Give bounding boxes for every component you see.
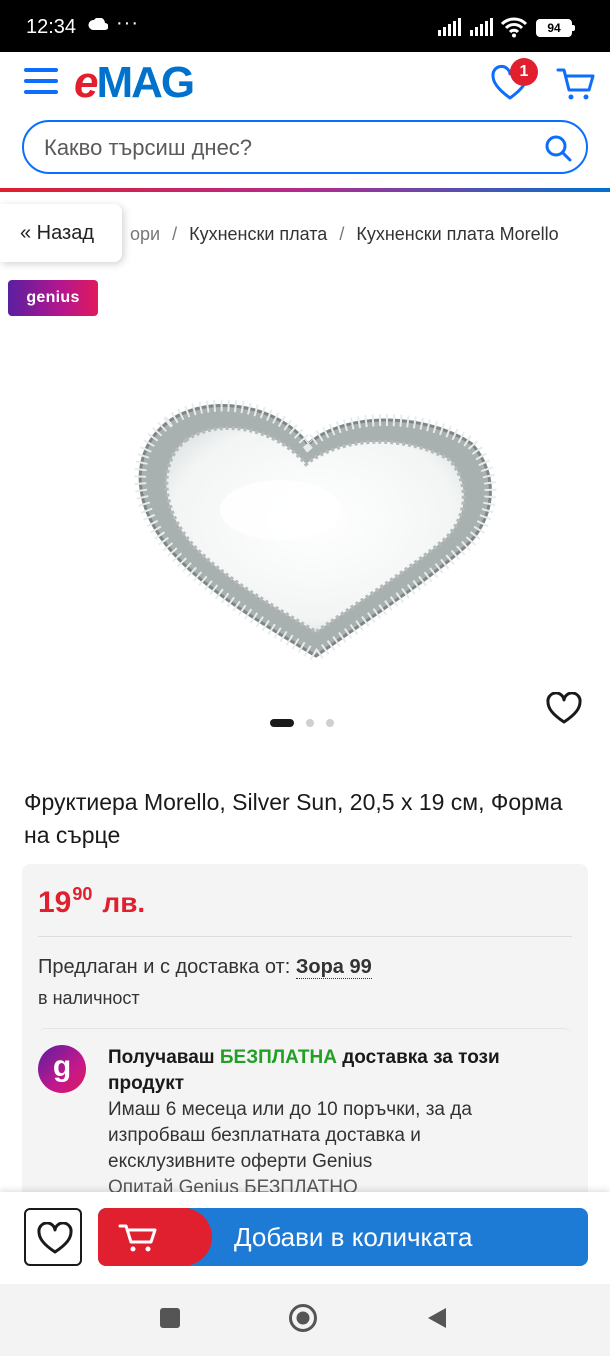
genius-logo-icon: g: [38, 1045, 86, 1093]
product-price: 1990 лв.: [38, 884, 145, 920]
price-currency: лв.: [102, 887, 146, 918]
battery-icon: 94: [536, 19, 575, 37]
seller-label: Предлаган и с доставка от:: [38, 956, 291, 978]
cart-icon: [118, 1224, 157, 1252]
favorite-button[interactable]: [24, 1208, 82, 1266]
cart-icon[interactable]: [556, 66, 596, 102]
wishlist-count-badge: 1: [510, 58, 538, 86]
signal-icon: [470, 18, 493, 36]
overflow-notifications-icon: ···: [116, 12, 139, 34]
add-to-cart-cap: [98, 1208, 212, 1266]
breadcrumb-separator: /: [339, 224, 345, 244]
brand-divider: [0, 188, 610, 192]
product-title: Фруктиера Morello, Silver Sun, 20,5 x 19…: [24, 789, 563, 848]
genius-description: Имаш 6 месеца или до 10 поръчки, за да и…: [108, 1099, 472, 1172]
emag-logo[interactable]: eMAG: [74, 58, 195, 108]
breadcrumb-trail: ори / Кухненски плата / Кухненски плата More…: [130, 224, 559, 245]
seller-info: Предлаган и с доставка от: Зора 99: [38, 956, 372, 979]
breadcrumb-item[interactable]: Кухненски плата: [189, 224, 327, 244]
system-navigation-bar: [0, 1284, 610, 1356]
search-icon[interactable]: [544, 134, 572, 162]
clock: 12:34: [26, 16, 77, 38]
genius-headline: Получаваш БЕЗПЛАТНА доставка за този про…: [108, 1047, 500, 1094]
back-button[interactable]: « Назад: [0, 204, 122, 262]
wifi-icon: [500, 17, 528, 38]
home-icon[interactable]: [288, 1303, 318, 1333]
stock-status: в наличност: [38, 988, 140, 1008]
genius-delivery-text: Получаваш БЕЗПЛАТНА доставка за този про…: [108, 1045, 528, 1201]
search-bar[interactable]: [22, 120, 588, 174]
carousel-dot[interactable]: [306, 719, 314, 727]
cloud-icon: [88, 18, 108, 30]
menu-icon[interactable]: [24, 68, 58, 96]
add-to-cart-label: Добави в количката: [234, 1222, 473, 1252]
genius-badge: genius: [8, 280, 98, 316]
offer-card: 1990 лв. Предлаган и с доставка от: Зора …: [22, 864, 588, 1204]
price-whole: 19: [38, 886, 72, 919]
carousel-dot[interactable]: [326, 719, 334, 727]
back-icon[interactable]: [426, 1306, 448, 1330]
header: eMAG 1: [0, 52, 610, 192]
breadcrumb-item[interactable]: Кухненски плата Morello: [356, 224, 558, 244]
heart-icon: [37, 1222, 73, 1254]
breadcrumb: ори / Кухненски плата / Кухненски плата More…: [0, 204, 610, 264]
search-input[interactable]: [44, 132, 524, 164]
price-cents: 90: [72, 884, 93, 904]
divider: [38, 936, 572, 937]
breadcrumb-separator: /: [172, 224, 178, 244]
seller-link[interactable]: Зора 99: [295, 956, 372, 979]
product-image[interactable]: [110, 380, 500, 700]
status-bar: 12:34 ··· 94: [0, 0, 610, 52]
breadcrumb-item[interactable]: ори: [130, 224, 160, 244]
signal-icon: [438, 18, 461, 36]
add-to-cart-button[interactable]: Добави в количката: [98, 1208, 588, 1266]
carousel-dot-active[interactable]: [270, 719, 294, 727]
add-to-wishlist-heart-icon[interactable]: [546, 692, 582, 726]
genius-delivery-card: g Получаваш БЕЗПЛАТНА доставка за този п…: [38, 1028, 572, 1204]
recent-apps-icon[interactable]: [160, 1308, 180, 1328]
sticky-buy-bar: Добави в количката: [0, 1192, 610, 1284]
